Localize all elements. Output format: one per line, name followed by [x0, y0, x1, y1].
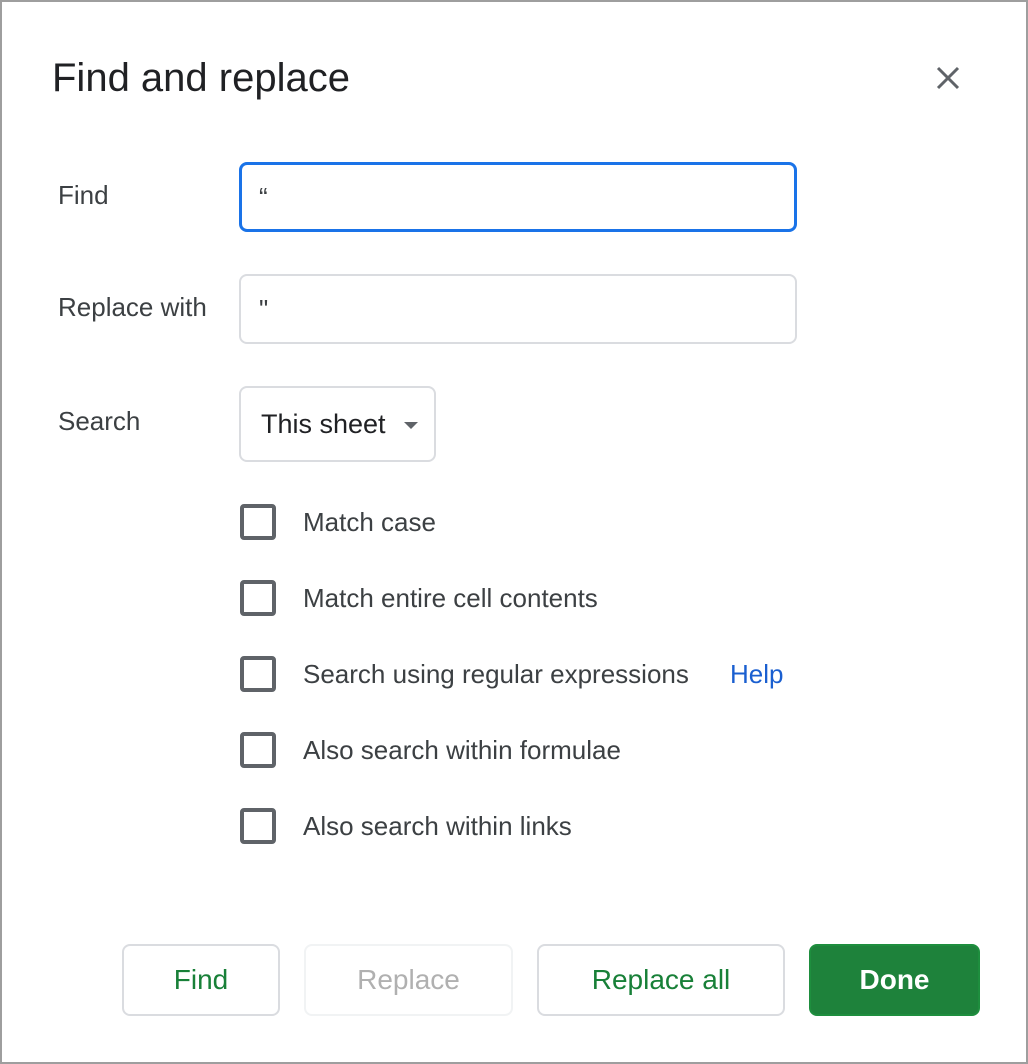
search-scope-dropdown[interactable]: This sheet [239, 386, 436, 462]
search-label: Search [58, 406, 141, 436]
find-button[interactable]: Find [122, 944, 280, 1016]
match-entire-cell-label[interactable]: Match entire cell contents [303, 583, 598, 614]
regex-checkbox[interactable] [240, 656, 276, 692]
formulae-checkbox[interactable] [240, 732, 276, 768]
links-label[interactable]: Also search within links [303, 811, 572, 842]
caret-down-icon [404, 422, 418, 429]
replace-all-button[interactable]: Replace all [537, 944, 785, 1016]
dialog-title: Find and replace [52, 56, 350, 100]
links-checkbox[interactable] [240, 808, 276, 844]
search-scope-value: This sheet [261, 409, 386, 439]
replace-button[interactable]: Replace [304, 944, 513, 1016]
find-replace-dialog: Find and replace Find “ Replace with " S… [0, 0, 1028, 1064]
close-button[interactable] [930, 60, 966, 96]
formulae-label[interactable]: Also search within formulae [303, 735, 621, 766]
match-entire-cell-checkbox[interactable] [240, 580, 276, 616]
find-input[interactable]: “ [239, 162, 797, 232]
match-case-label[interactable]: Match case [303, 507, 436, 538]
find-label: Find [58, 180, 109, 210]
match-case-checkbox[interactable] [240, 504, 276, 540]
regex-label[interactable]: Search using regular expressions [303, 659, 689, 690]
done-button[interactable]: Done [809, 944, 980, 1016]
replace-input[interactable]: " [239, 274, 797, 344]
regex-help-link[interactable]: Help [730, 659, 783, 690]
replace-with-label: Replace with [58, 292, 207, 322]
close-icon [936, 66, 960, 90]
